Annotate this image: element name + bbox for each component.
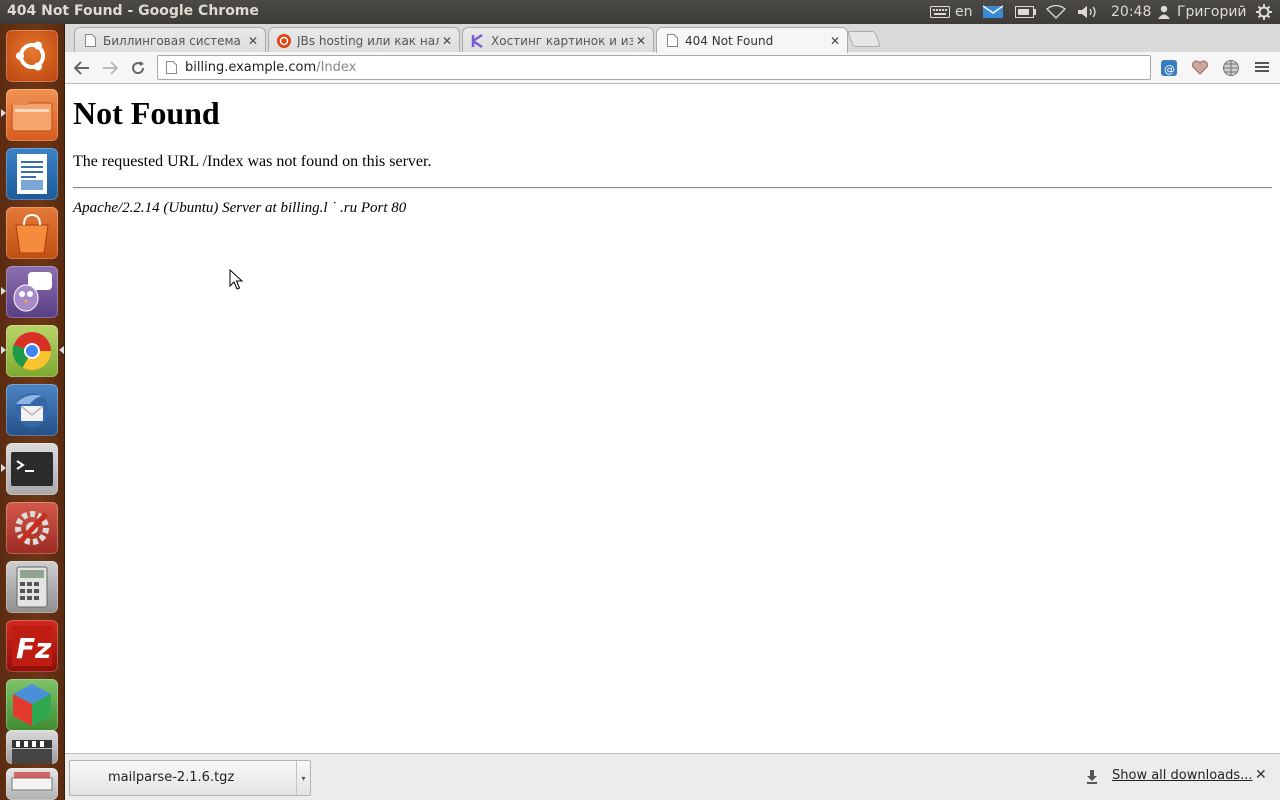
ubuntu-red-icon	[277, 33, 291, 48]
show-all-downloads-link[interactable]: Show all downloads...	[1112, 768, 1253, 783]
launcher: Fz	[0, 24, 65, 800]
tab-close-button[interactable]: ✕	[827, 34, 843, 48]
launcher-3d-app[interactable]	[6, 679, 58, 731]
chevron-down-icon: ▾	[301, 773, 306, 783]
launcher-scanner[interactable]	[6, 768, 58, 800]
battery-icon[interactable]	[1015, 3, 1037, 21]
tab-label: Биллинговая система (Б	[103, 33, 245, 48]
volume-icon[interactable]	[1077, 3, 1099, 21]
folder-icon	[11, 99, 53, 132]
page-heading: Not Found	[73, 95, 220, 131]
page-icon	[166, 61, 177, 74]
wifi-icon[interactable]	[1046, 3, 1066, 21]
address-bar[interactable]: billing.example.com/Index	[157, 55, 1151, 80]
launcher-video-editor[interactable]	[6, 730, 58, 764]
tab-label: Хостинг картинок и изоб	[491, 33, 633, 48]
url-host: billing.example.com	[185, 60, 317, 75]
launcher-terminal[interactable]	[6, 443, 58, 495]
url-path: /Index	[316, 60, 357, 75]
mail-icon[interactable]	[983, 3, 1003, 21]
launcher-calculator[interactable]	[6, 561, 58, 613]
top-panel: 404 Not Found - Google Chrome en 20:48 Г…	[0, 0, 1280, 24]
calculator-icon	[16, 566, 48, 608]
clapper-icon	[12, 740, 52, 764]
extension-mail-icon[interactable]: @	[1160, 59, 1178, 77]
download-shelf: mailparse-2.1.6.tgz ▾ Show all downloads…	[65, 753, 1280, 800]
mouse-cursor-icon	[229, 269, 243, 290]
browser-window: Биллинговая система (Б ✕ JBs hosting или…	[65, 24, 1280, 800]
chat-bird-icon	[13, 272, 52, 312]
tab-image-hosting[interactable]: Хостинг картинок и изоб ✕	[462, 27, 654, 53]
svg-text:@: @	[1164, 63, 1175, 76]
extension-globe-icon[interactable]	[1222, 59, 1240, 77]
tab-label: JBs hosting или как нало	[297, 33, 439, 48]
launcher-pidgin[interactable]	[6, 266, 58, 318]
download-item[interactable]: mailparse-2.1.6.tgz ▾	[69, 760, 311, 796]
reload-icon	[132, 61, 145, 75]
shopping-bag-icon	[15, 213, 49, 254]
tab-close-button[interactable]: ✕	[439, 34, 455, 48]
tab-label: 404 Not Found	[685, 33, 774, 48]
filezilla-icon: Fz	[12, 626, 52, 666]
user-name[interactable]: Григорий	[1177, 3, 1247, 21]
download-arrow-icon	[1086, 769, 1098, 788]
launcher-chrome[interactable]	[6, 325, 58, 377]
horizontal-rule	[73, 187, 1272, 189]
close-shelf-button[interactable]: ✕	[1255, 767, 1267, 783]
launcher-files[interactable]	[6, 89, 58, 141]
page-icon	[83, 34, 97, 48]
back-button[interactable]	[71, 57, 93, 79]
new-tab-button[interactable]	[847, 31, 881, 47]
tab-billing-system[interactable]: Биллинговая система (Б ✕	[74, 27, 266, 53]
launcher-software-center[interactable]	[6, 207, 58, 259]
tab-close-button[interactable]: ✕	[245, 34, 261, 48]
launcher-thunderbird[interactable]	[6, 384, 58, 436]
error-message: The requested URL /Index was not found o…	[73, 153, 432, 170]
scanner-icon	[11, 772, 53, 791]
power-gear-icon[interactable]	[1256, 3, 1272, 21]
page-content: Not Found The requested URL /Index was n…	[65, 85, 1280, 753]
mail-bird-icon	[15, 393, 49, 427]
tab-close-button[interactable]: ✕	[633, 34, 649, 48]
page-icon	[665, 34, 679, 48]
window-title: 404 Not Found - Google Chrome	[7, 3, 259, 19]
cube-icon	[13, 684, 51, 726]
document-icon	[17, 154, 47, 194]
launcher-dash-home[interactable]	[6, 30, 58, 82]
tab-strip: Биллинговая система (Б ✕ JBs hosting или…	[65, 24, 1280, 53]
browser-toolbar: billing.example.com/Index @	[65, 52, 1280, 84]
chrome-menu-icon[interactable]	[1254, 59, 1272, 77]
back-arrow-icon	[74, 61, 89, 75]
keyboard-layout[interactable]: en	[955, 3, 973, 21]
user-icon[interactable]	[1158, 3, 1170, 21]
forward-arrow-icon	[103, 61, 118, 75]
launcher-libreoffice-writer[interactable]	[6, 148, 58, 200]
download-file-name: mailparse-2.1.6.tgz	[108, 770, 235, 785]
forward-button[interactable]	[99, 57, 121, 79]
settings-wrench-icon	[15, 511, 49, 545]
tab-jbs-hosting[interactable]: JBs hosting или как нало ✕	[268, 27, 460, 53]
chrome-icon	[12, 332, 52, 371]
server-signature: Apache/2.2.14 (Ubuntu) Server at billing…	[73, 200, 407, 216]
tab-404-not-found[interactable]: 404 Not Found ✕	[656, 27, 848, 53]
launcher-system-settings[interactable]	[6, 502, 58, 554]
download-menu-button[interactable]: ▾	[296, 761, 310, 795]
svg-text:Fz: Fz	[16, 632, 52, 665]
k-logo-icon	[471, 33, 485, 48]
clock[interactable]: 20:48	[1111, 3, 1151, 21]
ubuntu-logo-icon	[16, 41, 45, 71]
terminal-icon	[11, 452, 53, 486]
launcher-filezilla[interactable]: Fz	[6, 620, 58, 672]
extension-heart-icon[interactable]	[1191, 59, 1209, 77]
keyboard-icon[interactable]	[930, 3, 950, 21]
reload-button[interactable]	[127, 57, 149, 79]
